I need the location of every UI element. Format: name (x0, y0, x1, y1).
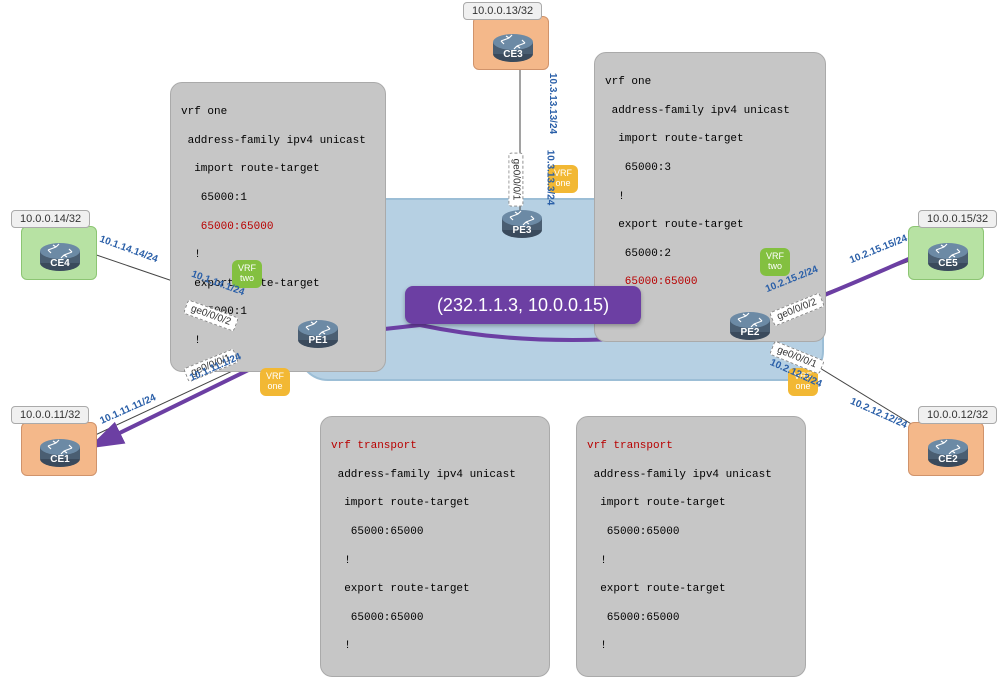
ip-ce1-side: 10.1.11.11/24 (98, 392, 157, 426)
vrf-one-badge-pe1: VRF one (260, 368, 290, 396)
pe1-vrf-one-config: vrf one address-family ipv4 unicast impo… (170, 82, 386, 372)
ce3-loopback: 10.0.0.13/32 (463, 2, 542, 20)
ip-ce3-side: 10.3.13.13/24 (547, 73, 558, 134)
ce4-router: CE4 (36, 237, 84, 281)
ip-ce4-side: 10.1.14.14/24 (98, 234, 159, 265)
pe1-vrf-transport-config: vrf transport address-family ipv4 unicas… (320, 416, 550, 677)
ip-ce2-side: 10.2.12.12/24 (848, 396, 908, 431)
pe1-router: PE1 (294, 314, 342, 358)
vrf-two-badge-pe2: VRF two (760, 248, 790, 276)
ce4-loopback: 10.0.0.14/32 (11, 210, 90, 228)
pe2-vrf-transport-config: vrf transport address-family ipv4 unicas… (576, 416, 806, 677)
ce2-router: CE2 (924, 433, 972, 477)
ce3-router: CE3 (489, 28, 537, 72)
ip-ce5-side: 10.2.15.15/24 (848, 233, 909, 266)
ce5-router: CE5 (924, 237, 972, 281)
ce5-loopback: 10.0.0.15/32 (918, 210, 997, 228)
pe3-ge0001: ge0/0/0/1 (508, 153, 523, 207)
ip-pe3-to-ce3: 10.3.13.3/24 (544, 150, 555, 206)
ce2-loopback: 10.0.0.12/32 (918, 406, 997, 424)
ce1-loopback: 10.0.0.11/32 (11, 406, 89, 424)
ce1-router: CE1 (36, 433, 84, 477)
multicast-group-label: (232.1.1.3, 10.0.0.15) (405, 286, 641, 324)
pe2-router: PE2 (726, 306, 774, 350)
pe3-router: PE3 (498, 204, 546, 248)
